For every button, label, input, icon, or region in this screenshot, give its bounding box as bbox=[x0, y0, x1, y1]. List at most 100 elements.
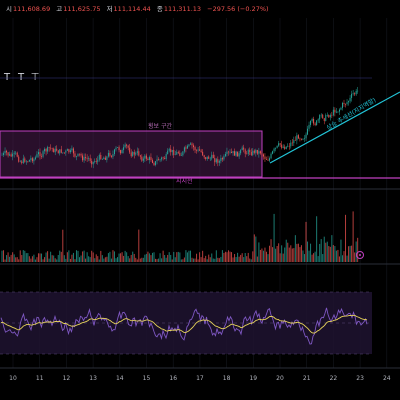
candle-body bbox=[83, 157, 85, 161]
candle-body bbox=[164, 158, 166, 160]
volume-bar bbox=[278, 243, 280, 262]
candle-body bbox=[115, 147, 117, 150]
candle-body bbox=[217, 159, 219, 163]
volume-bar bbox=[211, 253, 213, 262]
volume-bar bbox=[41, 253, 43, 262]
volume-series bbox=[1, 211, 359, 262]
candle-body bbox=[82, 155, 84, 161]
volume-bar bbox=[50, 251, 52, 262]
candle-body bbox=[69, 150, 71, 153]
candle-body bbox=[227, 151, 229, 153]
volume-bar bbox=[53, 255, 55, 262]
candle-body bbox=[214, 157, 216, 163]
volume-bar bbox=[202, 250, 204, 262]
candle-body bbox=[341, 102, 343, 108]
volume-bar bbox=[174, 257, 176, 262]
volume-bar bbox=[355, 241, 357, 262]
volume-bar bbox=[106, 256, 108, 262]
volume-bar bbox=[82, 251, 84, 262]
candle-body bbox=[118, 147, 120, 151]
x-tick-label: 11 bbox=[36, 375, 44, 382]
volume-bar bbox=[136, 259, 138, 262]
volume-bar bbox=[54, 258, 56, 262]
candle-body bbox=[161, 157, 163, 160]
candle-body bbox=[135, 152, 137, 155]
candle-body bbox=[191, 143, 193, 146]
candle-body bbox=[18, 156, 20, 162]
volume-bar bbox=[27, 253, 29, 262]
candle-body bbox=[296, 135, 298, 141]
volume-bar bbox=[197, 259, 199, 262]
candle-body bbox=[265, 158, 267, 160]
x-tick-label: 14 bbox=[116, 375, 124, 382]
volume-bar bbox=[328, 246, 330, 262]
volume-bar bbox=[173, 251, 175, 262]
volume-bar bbox=[165, 257, 167, 262]
volume-bar bbox=[290, 245, 292, 262]
volume-bar bbox=[329, 246, 331, 262]
volume-bar bbox=[226, 252, 228, 262]
volume-bar bbox=[48, 258, 50, 262]
candle-body bbox=[237, 151, 239, 157]
circle-icon-dot bbox=[359, 254, 361, 256]
volume-bar bbox=[170, 254, 172, 262]
volume-bar bbox=[335, 250, 337, 262]
candle-body bbox=[139, 155, 141, 157]
volume-bar bbox=[57, 255, 59, 262]
volume-bar bbox=[285, 239, 287, 262]
candle-body bbox=[258, 151, 260, 154]
volume-bar bbox=[302, 250, 304, 262]
candle-body bbox=[75, 156, 77, 157]
x-tick-label: 22 bbox=[330, 375, 338, 382]
volume-bar bbox=[296, 243, 298, 262]
x-tick-label: 19 bbox=[249, 375, 257, 382]
candle-body bbox=[293, 140, 295, 144]
volume-bar bbox=[273, 213, 275, 262]
volume-bar bbox=[13, 254, 15, 262]
candle-body bbox=[345, 103, 347, 105]
volume-bar bbox=[183, 257, 185, 262]
candle-body bbox=[1, 154, 3, 156]
candle-body bbox=[167, 150, 169, 155]
candle-body bbox=[196, 150, 198, 151]
candle-body bbox=[340, 107, 342, 110]
x-tick-label: 13 bbox=[89, 375, 97, 382]
volume-bar bbox=[124, 250, 126, 262]
volume-bar bbox=[186, 252, 188, 262]
candle-body bbox=[243, 147, 245, 150]
volume-bar bbox=[68, 250, 70, 262]
volume-bar bbox=[75, 250, 77, 262]
volume-bar bbox=[30, 258, 32, 262]
volume-bar bbox=[28, 256, 30, 262]
candle-body bbox=[232, 151, 234, 153]
volume-bar bbox=[331, 235, 333, 262]
candle-body bbox=[179, 152, 181, 156]
candle-body bbox=[19, 161, 21, 163]
volume-bar bbox=[255, 236, 257, 262]
candle-body bbox=[202, 151, 204, 156]
volume-bar bbox=[171, 259, 173, 262]
candle-body bbox=[112, 154, 114, 157]
candle-body bbox=[12, 153, 14, 157]
candle-body bbox=[226, 151, 228, 154]
candle-body bbox=[325, 115, 327, 121]
candle-body bbox=[34, 157, 36, 160]
volume-bar bbox=[297, 243, 299, 262]
volume-bar bbox=[135, 257, 137, 262]
candle-body bbox=[86, 158, 88, 159]
candle-body bbox=[326, 115, 328, 116]
volume-bar bbox=[337, 249, 339, 262]
volume-bar bbox=[145, 253, 147, 262]
volume-bar bbox=[205, 255, 207, 262]
candle-body bbox=[276, 145, 278, 148]
volume-bar bbox=[185, 250, 187, 262]
candle-body bbox=[197, 149, 199, 151]
candle-body bbox=[106, 156, 108, 160]
candle-body bbox=[63, 152, 65, 154]
volume-bar bbox=[351, 245, 353, 262]
price-chart[interactable]: 횡보 구간 지지선 상승 추세선(지지역할) 10 11 12 13 14 15 16 17 1… bbox=[0, 0, 400, 400]
volume-bar bbox=[45, 252, 47, 262]
volume-bar bbox=[179, 252, 181, 262]
volume-bar bbox=[215, 250, 217, 262]
candle-body bbox=[176, 152, 178, 155]
